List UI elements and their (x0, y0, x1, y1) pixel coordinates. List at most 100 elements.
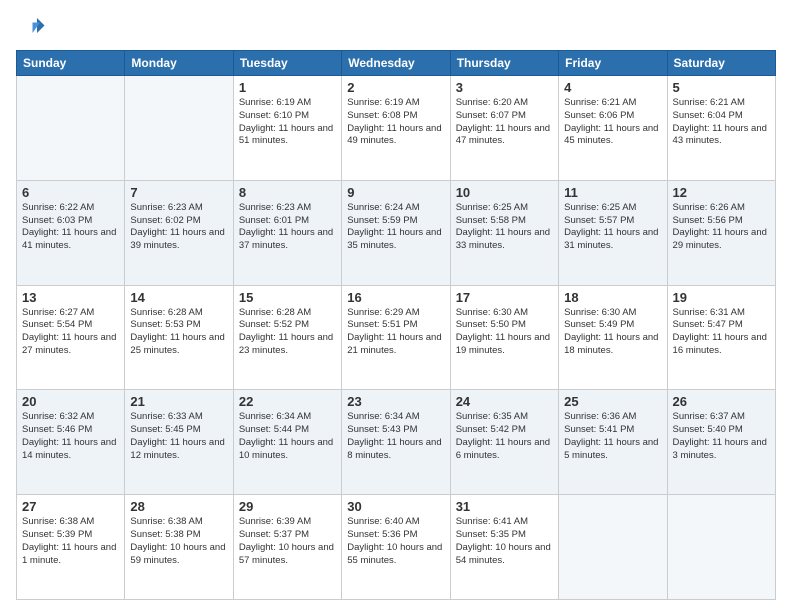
weekday-friday: Friday (559, 51, 667, 76)
day-info: Sunrise: 6:39 AM Sunset: 5:37 PM Dayligh… (239, 516, 336, 567)
day-number: 15 (239, 290, 336, 305)
day-number: 10 (456, 185, 553, 200)
day-number: 18 (564, 290, 661, 305)
day-info: Sunrise: 6:30 AM Sunset: 5:49 PM Dayligh… (564, 307, 661, 358)
logo-icon (16, 12, 46, 42)
day-info: Sunrise: 6:37 AM Sunset: 5:40 PM Dayligh… (673, 411, 770, 462)
day-info: Sunrise: 6:25 AM Sunset: 5:57 PM Dayligh… (564, 202, 661, 253)
day-info: Sunrise: 6:21 AM Sunset: 6:06 PM Dayligh… (564, 97, 661, 148)
day-info: Sunrise: 6:23 AM Sunset: 6:01 PM Dayligh… (239, 202, 336, 253)
calendar-cell: 13 Sunrise: 6:27 AM Sunset: 5:54 PM Dayli… (17, 285, 125, 390)
calendar-cell: 28Sunrise: 6:38 AM Sunset: 5:38 PM Dayli… (125, 495, 233, 600)
calendar-cell (667, 495, 775, 600)
day-number: 11 (564, 185, 661, 200)
day-number: 24 (456, 394, 553, 409)
day-number: 12 (673, 185, 770, 200)
week-row-2: 6Sunrise: 6:22 AM Sunset: 6:03 PM Daylig… (17, 180, 776, 285)
day-number: 23 (347, 394, 444, 409)
calendar-cell: 5Sunrise: 6:21 AM Sunset: 6:04 PM Daylig… (667, 76, 775, 181)
weekday-thursday: Thursday (450, 51, 558, 76)
day-number: 22 (239, 394, 336, 409)
calendar-cell: 25Sunrise: 6:36 AM Sunset: 5:41 PM Dayli… (559, 390, 667, 495)
calendar-cell (125, 76, 233, 181)
day-number: 1 (239, 80, 336, 95)
day-info: Sunrise: 6:27 AM Sunset: 5:54 PM Dayligh… (22, 307, 119, 358)
day-info: Sunrise: 6:38 AM Sunset: 5:38 PM Dayligh… (130, 516, 227, 567)
day-info: Sunrise: 6:33 AM Sunset: 5:45 PM Dayligh… (130, 411, 227, 462)
calendar-cell: 14 Sunrise: 6:28 AM Sunset: 5:53 PM Dayli… (125, 285, 233, 390)
day-info: Sunrise: 6:34 AM Sunset: 5:44 PM Dayligh… (239, 411, 336, 462)
day-info: Sunrise: 6:38 AM Sunset: 5:39 PM Dayligh… (22, 516, 119, 567)
calendar-table: SundayMondayTuesdayWednesdayThursdayFrid… (16, 50, 776, 600)
calendar-cell (559, 495, 667, 600)
day-number: 13 (22, 290, 119, 305)
calendar-cell: 11 Sunrise: 6:25 AM Sunset: 5:57 PM Dayli… (559, 180, 667, 285)
calendar-cell: 12 Sunrise: 6:26 AM Sunset: 5:56 PM Dayli… (667, 180, 775, 285)
day-info: Sunrise: 6:31 AM Sunset: 5:47 PM Dayligh… (673, 307, 770, 358)
week-row-3: 13 Sunrise: 6:27 AM Sunset: 5:54 PM Dayli… (17, 285, 776, 390)
calendar-cell: 16 Sunrise: 6:29 AM Sunset: 5:51 PM Dayli… (342, 285, 450, 390)
day-number: 31 (456, 499, 553, 514)
calendar-cell: 3Sunrise: 6:20 AM Sunset: 6:07 PM Daylig… (450, 76, 558, 181)
day-number: 27 (22, 499, 119, 514)
calendar-cell: 4 Sunrise: 6:21 AM Sunset: 6:06 PM Daylig… (559, 76, 667, 181)
day-number: 30 (347, 499, 444, 514)
day-info: Sunrise: 6:32 AM Sunset: 5:46 PM Dayligh… (22, 411, 119, 462)
calendar-cell: 30 Sunrise: 6:40 AM Sunset: 5:36 PM Dayli… (342, 495, 450, 600)
week-row-1: 1 Sunrise: 6:19 AM Sunset: 6:10 PM Daylig… (17, 76, 776, 181)
calendar-cell: 27 Sunrise: 6:38 AM Sunset: 5:39 PM Dayli… (17, 495, 125, 600)
day-number: 3 (456, 80, 553, 95)
calendar-cell: 22 Sunrise: 6:34 AM Sunset: 5:44 PM Dayli… (233, 390, 341, 495)
day-number: 4 (564, 80, 661, 95)
calendar-cell: 26Sunrise: 6:37 AM Sunset: 5:40 PM Dayli… (667, 390, 775, 495)
day-number: 20 (22, 394, 119, 409)
weekday-tuesday: Tuesday (233, 51, 341, 76)
day-info: Sunrise: 6:24 AM Sunset: 5:59 PM Dayligh… (347, 202, 444, 253)
day-number: 19 (673, 290, 770, 305)
calendar-cell: 15 Sunrise: 6:28 AM Sunset: 5:52 PM Dayli… (233, 285, 341, 390)
day-info: Sunrise: 6:19 AM Sunset: 6:10 PM Dayligh… (239, 97, 336, 148)
calendar-cell: 6Sunrise: 6:22 AM Sunset: 6:03 PM Daylig… (17, 180, 125, 285)
week-row-4: 20 Sunrise: 6:32 AM Sunset: 5:46 PM Dayli… (17, 390, 776, 495)
week-row-5: 27 Sunrise: 6:38 AM Sunset: 5:39 PM Dayli… (17, 495, 776, 600)
weekday-saturday: Saturday (667, 51, 775, 76)
day-info: Sunrise: 6:28 AM Sunset: 5:53 PM Dayligh… (130, 307, 227, 358)
calendar-cell: 1 Sunrise: 6:19 AM Sunset: 6:10 PM Daylig… (233, 76, 341, 181)
weekday-sunday: Sunday (17, 51, 125, 76)
header (16, 12, 776, 42)
day-number: 17 (456, 290, 553, 305)
weekday-header-row: SundayMondayTuesdayWednesdayThursdayFrid… (17, 51, 776, 76)
day-info: Sunrise: 6:36 AM Sunset: 5:41 PM Dayligh… (564, 411, 661, 462)
day-info: Sunrise: 6:41 AM Sunset: 5:35 PM Dayligh… (456, 516, 553, 567)
calendar-cell (17, 76, 125, 181)
day-number: 5 (673, 80, 770, 95)
day-info: Sunrise: 6:30 AM Sunset: 5:50 PM Dayligh… (456, 307, 553, 358)
calendar-cell: 20 Sunrise: 6:32 AM Sunset: 5:46 PM Dayli… (17, 390, 125, 495)
weekday-wednesday: Wednesday (342, 51, 450, 76)
day-number: 16 (347, 290, 444, 305)
day-number: 14 (130, 290, 227, 305)
day-info: Sunrise: 6:28 AM Sunset: 5:52 PM Dayligh… (239, 307, 336, 358)
calendar-body: 1 Sunrise: 6:19 AM Sunset: 6:10 PM Daylig… (17, 76, 776, 600)
day-number: 2 (347, 80, 444, 95)
calendar-cell: 24Sunrise: 6:35 AM Sunset: 5:42 PM Dayli… (450, 390, 558, 495)
day-info: Sunrise: 6:19 AM Sunset: 6:08 PM Dayligh… (347, 97, 444, 148)
day-info: Sunrise: 6:29 AM Sunset: 5:51 PM Dayligh… (347, 307, 444, 358)
calendar-cell: 17 Sunrise: 6:30 AM Sunset: 5:50 PM Dayli… (450, 285, 558, 390)
day-number: 21 (130, 394, 227, 409)
calendar-cell: 7Sunrise: 6:23 AM Sunset: 6:02 PM Daylig… (125, 180, 233, 285)
calendar-cell: 10Sunrise: 6:25 AM Sunset: 5:58 PM Dayli… (450, 180, 558, 285)
calendar-cell: 8Sunrise: 6:23 AM Sunset: 6:01 PM Daylig… (233, 180, 341, 285)
day-info: Sunrise: 6:26 AM Sunset: 5:56 PM Dayligh… (673, 202, 770, 253)
calendar-cell: 29Sunrise: 6:39 AM Sunset: 5:37 PM Dayli… (233, 495, 341, 600)
calendar-cell: 18 Sunrise: 6:30 AM Sunset: 5:49 PM Dayli… (559, 285, 667, 390)
calendar-cell: 31 Sunrise: 6:41 AM Sunset: 5:35 PM Dayli… (450, 495, 558, 600)
calendar-cell: 23Sunrise: 6:34 AM Sunset: 5:43 PM Dayli… (342, 390, 450, 495)
calendar-cell: 21 Sunrise: 6:33 AM Sunset: 5:45 PM Dayli… (125, 390, 233, 495)
day-number: 7 (130, 185, 227, 200)
weekday-monday: Monday (125, 51, 233, 76)
calendar-cell: 19 Sunrise: 6:31 AM Sunset: 5:47 PM Dayli… (667, 285, 775, 390)
calendar-cell: 9Sunrise: 6:24 AM Sunset: 5:59 PM Daylig… (342, 180, 450, 285)
day-info: Sunrise: 6:22 AM Sunset: 6:03 PM Dayligh… (22, 202, 119, 253)
day-info: Sunrise: 6:40 AM Sunset: 5:36 PM Dayligh… (347, 516, 444, 567)
